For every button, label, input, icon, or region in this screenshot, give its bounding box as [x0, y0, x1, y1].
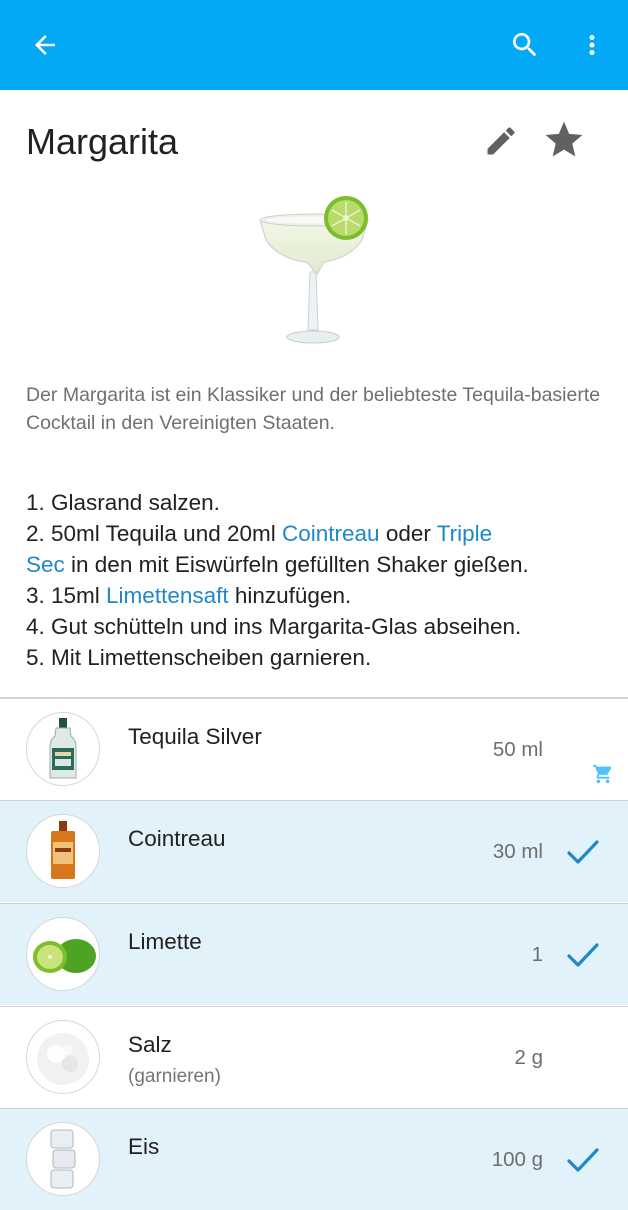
edit-button[interactable]: [476, 116, 526, 166]
triple-sec-link-cont[interactable]: Sec: [26, 552, 65, 577]
step-3: 3. 15ml Limettensaft hinzufügen.: [26, 580, 616, 611]
arrow-back-icon: [35, 35, 55, 55]
star-icon: [545, 121, 583, 157]
ingredient-name: Eis: [128, 1134, 160, 1159]
step-4: 4. Gut schütteln und ins Margarita-Glas …: [26, 614, 522, 639]
drink-title: Margarita: [26, 121, 179, 162]
ingredient-row-tequila-silver[interactable]: Tequila Silver 50 ml: [0, 698, 628, 800]
instructions: 1. Glasrand salzen. 2. 50ml Tequila und …: [26, 487, 616, 673]
app-bar: [0, 0, 628, 90]
ingredient-amount: 30 ml: [492, 840, 543, 863]
search-icon: [513, 33, 537, 57]
ingredient-amount: 50 ml: [492, 738, 543, 761]
edit-icon: [487, 127, 515, 155]
back-button[interactable]: [15, 0, 75, 90]
ingredient-row-cointreau[interactable]: Cointreau 30 ml: [0, 800, 628, 902]
step-2-text: 2. 50ml Tequila und 20ml: [26, 521, 282, 546]
more-vert-icon: [589, 35, 595, 55]
ingredient-note: (garnieren): [128, 1066, 221, 1087]
limettensaft-link[interactable]: Limettensaft: [106, 583, 229, 608]
ingredient-name: Limette: [128, 929, 202, 954]
check-icon: [567, 1148, 599, 1172]
check-icon: [567, 943, 599, 967]
drink-description: Der Margarita ist ein Klassiker und der …: [26, 384, 601, 434]
step-2-rest: in den mit Eiswürfeln gefüllten Shaker g…: [64, 552, 529, 577]
ingredient-amount: 2 g: [514, 1046, 544, 1069]
step-2: 2. 50ml Tequila und 20ml Cointreau oder …: [26, 518, 616, 549]
step-3-rest: hinzufügen.: [228, 583, 352, 608]
ingredient-row-eis[interactable]: Eis 100 g: [0, 1108, 628, 1210]
search-button[interactable]: [495, 0, 555, 90]
step-2-cont: Sec in den mit Eiswürfeln gefüllten Shak…: [26, 549, 616, 580]
ingredient-amount: 100 g: [491, 1148, 543, 1171]
step-3-text: 3. 15ml: [26, 583, 107, 608]
step-2-or: oder: [379, 521, 437, 546]
ice-image: [26, 1122, 100, 1196]
ingredient-name: Tequila Silver: [128, 724, 262, 749]
cointreau-bottle-image: [26, 814, 100, 888]
cart-icon[interactable]: [592, 763, 614, 785]
ingredient-name: Salz: [128, 1032, 172, 1057]
lime-image: [26, 917, 100, 991]
margarita-glass-icon: [259, 196, 369, 344]
triple-sec-link[interactable]: Triple: [437, 521, 492, 546]
title-row: Margarita: [0, 90, 628, 200]
favorite-button[interactable]: [538, 114, 590, 166]
ingredient-name: Cointreau: [128, 826, 226, 851]
cocktail-image: [250, 192, 380, 352]
step-5: 5. Mit Limettenscheiben garnieren.: [26, 645, 372, 670]
ingredient-row-limette[interactable]: Limette 1: [0, 903, 628, 1005]
cointreau-link[interactable]: Cointreau: [282, 521, 380, 546]
tequila-bottle-image: [26, 712, 100, 786]
ingredient-row-salz[interactable]: Salz (garnieren) 2 g: [0, 1006, 628, 1108]
step-1: 1. Glasrand salzen.: [26, 490, 220, 515]
salt-image: [26, 1020, 100, 1094]
ingredient-amount: 1: [531, 943, 543, 966]
check-icon: [567, 840, 599, 864]
more-options-button[interactable]: [562, 0, 622, 90]
